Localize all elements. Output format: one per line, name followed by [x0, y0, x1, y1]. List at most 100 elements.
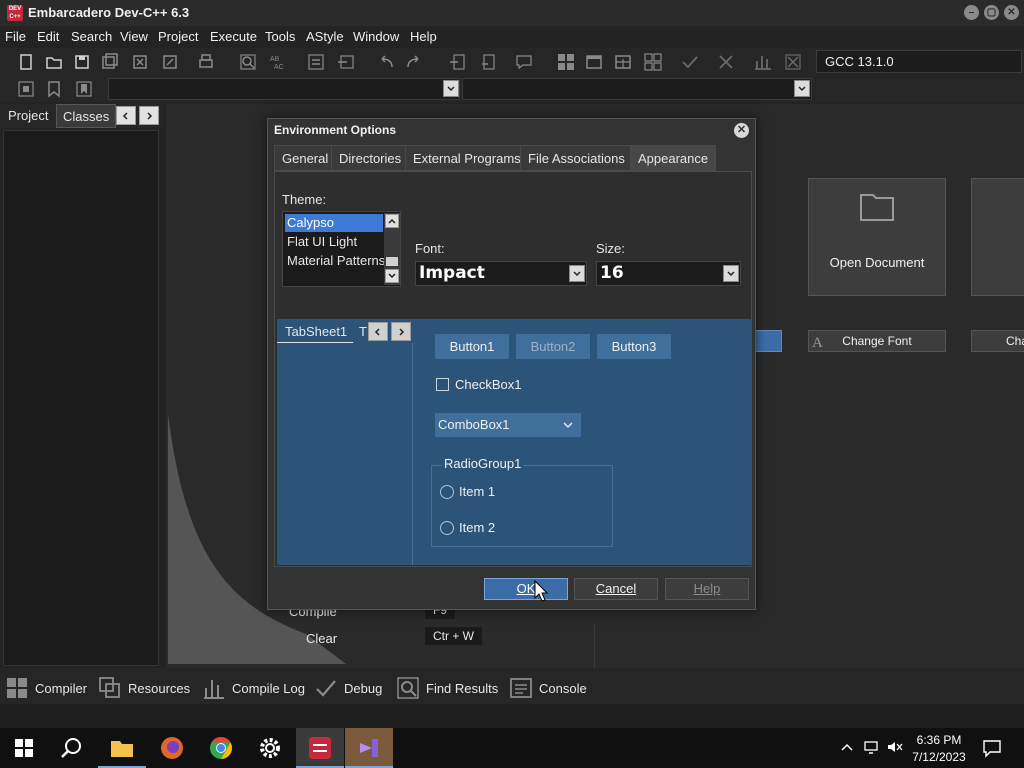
- menu-astyle[interactable]: AStyle: [306, 29, 344, 44]
- open-document-tile[interactable]: Open Document: [808, 178, 946, 296]
- tab-compiler[interactable]: Compiler: [5, 676, 87, 700]
- unindent-icon[interactable]: [334, 50, 358, 74]
- scroll-up-icon[interactable]: [385, 214, 399, 228]
- compiler-select[interactable]: GCC 13.1.0: [816, 50, 1022, 73]
- scroll-thumb[interactable]: [386, 257, 398, 266]
- chevron-down-icon[interactable]: [569, 265, 585, 282]
- help-button[interactable]: Help: [665, 578, 749, 600]
- chevron-right-icon[interactable]: [139, 106, 159, 125]
- change-button-partial[interactable]: Cha: [971, 330, 1024, 352]
- chevron-up-icon[interactable]: [840, 740, 854, 754]
- volume-muted-icon[interactable]: [886, 740, 904, 754]
- window-icon[interactable]: [582, 50, 606, 74]
- multi-window-icon[interactable]: [641, 50, 665, 74]
- chevron-right-icon[interactable]: [391, 322, 411, 341]
- minimize-button[interactable]: –: [964, 5, 979, 20]
- save-all-button[interactable]: [98, 50, 122, 74]
- tab-appearance[interactable]: Appearance: [630, 145, 717, 171]
- class-combo[interactable]: [108, 78, 460, 100]
- network-icon[interactable]: [863, 740, 881, 754]
- preview-button3[interactable]: Button3: [597, 334, 671, 359]
- find-icon[interactable]: [236, 50, 260, 74]
- devcpp-taskbar-button[interactable]: [296, 728, 344, 768]
- chevron-down-icon[interactable]: [443, 80, 459, 97]
- save-button[interactable]: [70, 50, 94, 74]
- undo-icon[interactable]: [374, 50, 398, 74]
- file-explorer-button[interactable]: [98, 728, 146, 768]
- cancel-button[interactable]: Cancel: [574, 578, 658, 600]
- firefox-button[interactable]: [148, 728, 196, 768]
- settings-button[interactable]: [246, 728, 294, 768]
- menu-view[interactable]: View: [120, 29, 148, 44]
- print-button[interactable]: [194, 50, 218, 74]
- theme-scrollbar[interactable]: [384, 213, 400, 285]
- chevron-left-icon[interactable]: [368, 322, 388, 341]
- comment-icon[interactable]: [512, 50, 536, 74]
- notification-icon[interactable]: [982, 738, 1002, 758]
- remove-project-icon[interactable]: [476, 50, 500, 74]
- menu-project[interactable]: Project: [158, 29, 198, 44]
- ok-button[interactable]: OK: [484, 578, 568, 600]
- radio-item2[interactable]: [440, 521, 454, 535]
- insert-icon[interactable]: [14, 77, 38, 101]
- new-file-button[interactable]: [14, 50, 38, 74]
- preview-combobox[interactable]: ComboBox1: [435, 413, 581, 437]
- dialog-close-button[interactable]: ✕: [734, 123, 749, 138]
- chevron-down-icon[interactable]: [794, 80, 810, 97]
- close-file-button[interactable]: [128, 50, 152, 74]
- search-button[interactable]: [48, 728, 96, 768]
- preview-button1[interactable]: Button1: [435, 334, 509, 359]
- cancel-icon[interactable]: [781, 50, 805, 74]
- tab-classes[interactable]: Classes: [56, 104, 117, 128]
- indent-icon[interactable]: [304, 50, 328, 74]
- taskbar-clock-time[interactable]: 6:36 PM: [914, 733, 964, 747]
- open-folder-button[interactable]: [42, 50, 66, 74]
- new-project-icon[interactable]: [446, 50, 470, 74]
- tab-debug[interactable]: Debug: [314, 676, 382, 700]
- tile-partial-right[interactable]: [971, 178, 1024, 296]
- tab-console[interactable]: Console: [509, 676, 587, 700]
- stop-icon[interactable]: [714, 50, 738, 74]
- preview-tab-tabsheet1[interactable]: TabSheet1: [277, 319, 353, 344]
- tab-resources[interactable]: Resources: [98, 676, 190, 700]
- tab-compile-log[interactable]: Compile Log: [202, 676, 305, 700]
- menu-file[interactable]: File: [5, 29, 26, 44]
- check-icon[interactable]: [678, 50, 702, 74]
- tab-directories[interactable]: Directories: [331, 145, 410, 171]
- grid-icon[interactable]: [611, 50, 635, 74]
- tab-file-associations[interactable]: File Associations: [520, 145, 633, 171]
- redo-icon[interactable]: [402, 50, 426, 74]
- chevron-left-icon[interactable]: [116, 106, 136, 125]
- visual-studio-taskbar-button[interactable]: [345, 728, 393, 768]
- start-button[interactable]: [0, 728, 48, 768]
- radio-item1[interactable]: [440, 485, 454, 499]
- tab-external-programs[interactable]: External Programs: [405, 145, 529, 171]
- preview-button2[interactable]: Button2: [516, 334, 590, 359]
- theme-item-flat-ui-light[interactable]: Flat UI Light: [285, 233, 383, 251]
- chevron-down-icon[interactable]: [723, 265, 739, 282]
- menu-tools[interactable]: Tools: [265, 29, 295, 44]
- menu-edit[interactable]: Edit: [37, 29, 59, 44]
- theme-item-material-patterns[interactable]: Material Patterns: [285, 252, 385, 270]
- preview-checkbox[interactable]: [436, 378, 449, 391]
- tile-icon[interactable]: [554, 50, 578, 74]
- chart-icon[interactable]: [751, 50, 775, 74]
- menu-window[interactable]: Window: [353, 29, 399, 44]
- chrome-button[interactable]: [197, 728, 245, 768]
- class-browser-panel[interactable]: [3, 130, 159, 666]
- menu-execute[interactable]: Execute: [210, 29, 257, 44]
- theme-listbox[interactable]: Calypso Flat UI Light Material Patterns: [282, 211, 401, 287]
- tab-general[interactable]: General: [274, 145, 337, 171]
- taskbar-clock-date[interactable]: 7/12/2023: [910, 750, 968, 764]
- close-all-button[interactable]: [158, 50, 182, 74]
- goto-bookmark-icon[interactable]: [72, 77, 96, 101]
- font-select[interactable]: Impact: [415, 261, 587, 286]
- size-select[interactable]: 16: [596, 261, 741, 286]
- replace-icon[interactable]: AB AC: [266, 50, 290, 74]
- scroll-down-icon[interactable]: [385, 269, 399, 283]
- tab-find-results[interactable]: Find Results: [396, 676, 498, 700]
- maximize-button[interactable]: ▢: [984, 5, 999, 20]
- bookmark-icon[interactable]: [42, 77, 66, 101]
- close-button[interactable]: ✕: [1004, 5, 1019, 20]
- member-combo[interactable]: [462, 78, 812, 100]
